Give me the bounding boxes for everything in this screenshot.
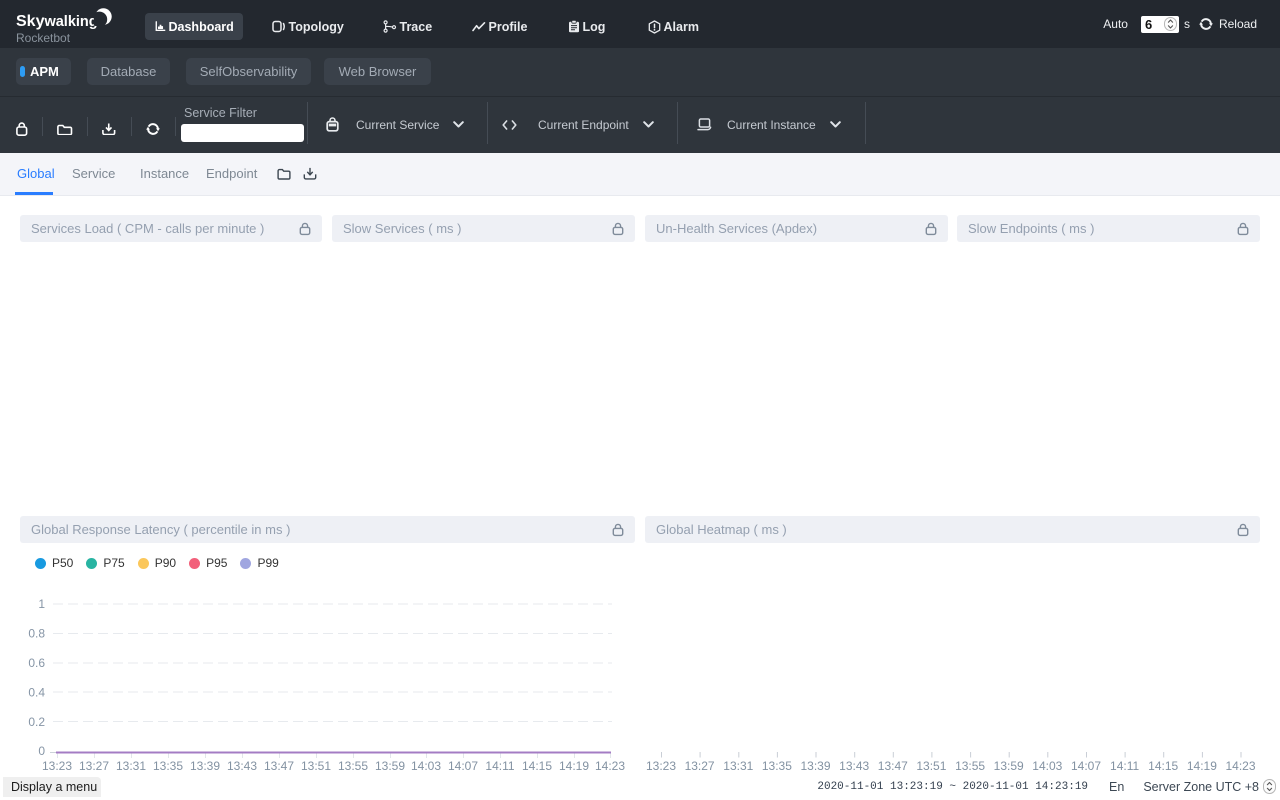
svg-text:13:39: 13:39 — [800, 759, 830, 773]
svg-text:14:03: 14:03 — [1032, 759, 1062, 773]
svg-text:0.6: 0.6 — [28, 656, 45, 670]
svg-text:13:27: 13:27 — [79, 759, 109, 773]
svg-text:14:11: 14:11 — [1110, 759, 1139, 773]
svg-text:14:15: 14:15 — [1148, 759, 1178, 773]
svg-text:14:19: 14:19 — [559, 759, 589, 773]
svg-text:13:31: 13:31 — [723, 759, 753, 773]
svg-text:0.4: 0.4 — [28, 686, 45, 700]
svg-text:13:43: 13:43 — [227, 759, 257, 773]
svg-text:0: 0 — [38, 744, 45, 758]
svg-text:1: 1 — [38, 597, 45, 611]
svg-text:14:19: 14:19 — [1187, 759, 1217, 773]
svg-text:14:23: 14:23 — [1225, 759, 1255, 773]
svg-text:14:23: 14:23 — [595, 759, 625, 773]
svg-text:13:31: 13:31 — [116, 759, 146, 773]
svg-text:13:27: 13:27 — [685, 759, 715, 773]
svg-text:13:47: 13:47 — [264, 759, 294, 773]
svg-text:13:51: 13:51 — [301, 759, 331, 773]
svg-text:14:03: 14:03 — [411, 759, 441, 773]
svg-text:13:23: 13:23 — [42, 759, 72, 773]
svg-text:13:35: 13:35 — [762, 759, 792, 773]
svg-text:14:07: 14:07 — [1071, 759, 1101, 773]
svg-text:14:11: 14:11 — [485, 759, 514, 773]
svg-text:13:59: 13:59 — [375, 759, 405, 773]
svg-text:13:39: 13:39 — [190, 759, 220, 773]
svg-text:13:55: 13:55 — [955, 759, 985, 773]
svg-text:13:47: 13:47 — [878, 759, 908, 773]
svg-text:13:35: 13:35 — [153, 759, 183, 773]
svg-text:13:43: 13:43 — [839, 759, 869, 773]
svg-text:14:07: 14:07 — [448, 759, 478, 773]
svg-text:13:59: 13:59 — [994, 759, 1024, 773]
svg-text:13:51: 13:51 — [916, 759, 946, 773]
svg-text:14:15: 14:15 — [522, 759, 552, 773]
svg-text:13:23: 13:23 — [646, 759, 676, 773]
svg-text:13:55: 13:55 — [338, 759, 368, 773]
svg-text:0.2: 0.2 — [28, 715, 45, 729]
svg-text:0.8: 0.8 — [28, 627, 45, 641]
